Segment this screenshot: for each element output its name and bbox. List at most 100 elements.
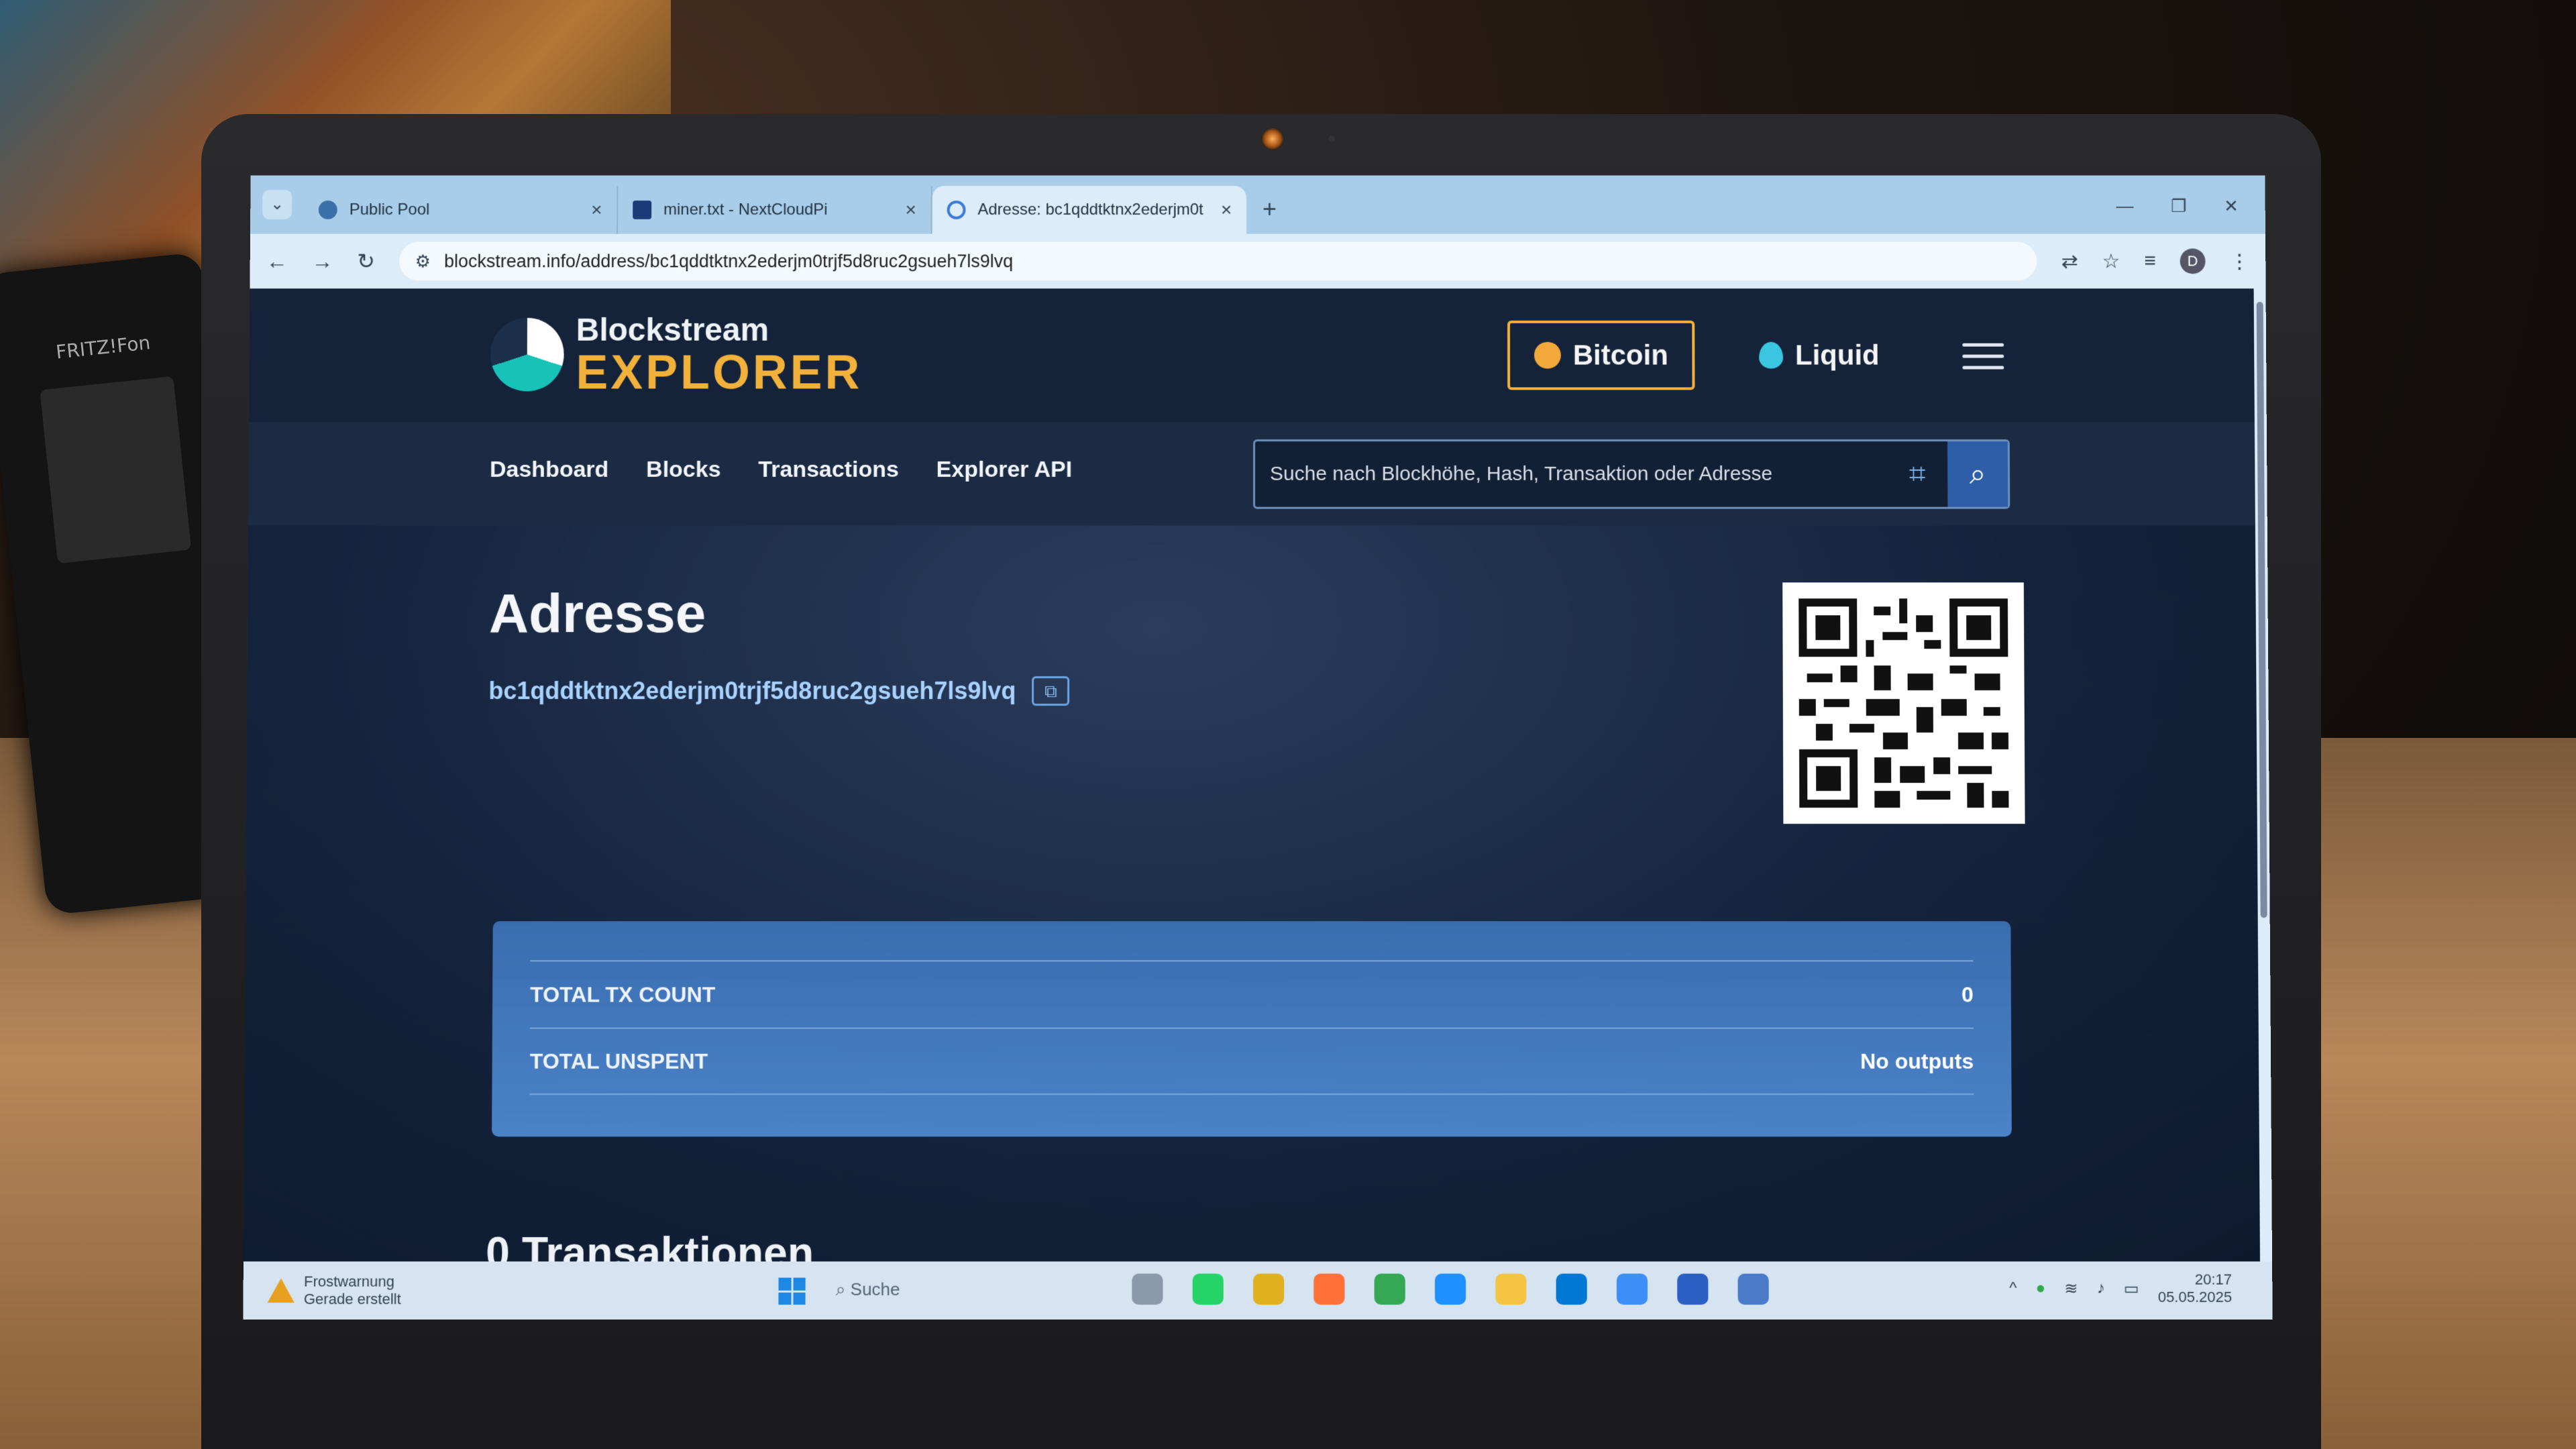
media-icon[interactable]: ≡ [2144,250,2156,273]
file-explorer-icon[interactable] [1495,1273,1527,1305]
dropbox-icon[interactable] [1616,1273,1648,1305]
weather-line1: Frostwarnung [303,1273,395,1290]
clock[interactable]: 20:17 05.05.2025 [2157,1271,2233,1306]
stat-value: No outputs [1860,1049,1974,1073]
url-text: blockstream.info/address/bc1qddtktnx2ede… [443,250,1014,271]
nav-dashboard[interactable]: Dashboard [490,457,608,483]
liquid-label: Liquid [1794,339,1880,371]
stat-label: TOTAL UNSPENT [529,1049,708,1073]
firefox-icon[interactable] [1313,1273,1345,1305]
site-header: Blockstream EXPLORER Bitcoin Liquid [249,288,2267,423]
qr-code-graphic [1799,598,2009,808]
bookmark-star-icon[interactable]: ☆ [2102,250,2121,273]
taskbar-apps [1132,1273,1769,1305]
warning-icon [268,1279,294,1303]
tab-title: miner.txt - NextCloudPi [663,201,828,219]
scrollbar-thumb[interactable] [2256,302,2267,918]
weather-widget[interactable]: Frostwarnung Gerade erstellt [268,1273,401,1308]
browser-tabbar: ⌄ Public Pool × miner.txt - NextCloudPi … [250,175,2265,234]
site-info-icon[interactable]: ⚙ [415,251,431,272]
window-controls: — ❐ ✕ [2116,196,2265,234]
liquid-icon [1759,341,1784,369]
qr-scan-icon[interactable]: ⌗ [1887,458,1947,491]
store-icon[interactable] [1556,1273,1587,1305]
new-tab-button[interactable]: + [1246,195,1293,234]
liquid-network-button[interactable]: Liquid [1735,321,1904,390]
url-bar[interactable]: ⚙ blockstream.info/address/bc1qddtktnx2e… [398,241,2037,281]
tab-title: Adresse: bc1qddtktnx2ederjm0t [977,201,1203,219]
volume-icon[interactable]: ♪ [2097,1279,2105,1298]
address-stats-panel: TOTAL TX COUNT 0 TOTAL UNSPENT No output… [492,921,2012,1137]
tab-nextcloudpi[interactable]: miner.txt - NextCloudPi × [618,186,932,234]
wifi-icon[interactable]: ≋ [2064,1279,2078,1298]
stat-label: TOTAL TX COUNT [530,981,716,1007]
clock-date: 05.05.2025 [2157,1288,2233,1305]
windows-start-icon[interactable] [778,1277,806,1305]
blockstream-logo-icon [490,317,564,391]
app-arrow-icon[interactable] [1252,1273,1285,1305]
task-view-icon[interactable] [1132,1273,1163,1305]
tab-close-icon[interactable]: × [1221,199,1232,221]
site-logo[interactable]: Blockstream EXPLORER [490,312,863,400]
tray-chevron-icon[interactable]: ^ [2009,1279,2017,1298]
transactions-heading: 0 Transaktionen [486,1228,814,1262]
phone-display [40,376,192,564]
nav-explorer-api[interactable]: Explorer API [936,457,1073,483]
loading-icon [947,201,966,219]
tab-close-icon[interactable]: × [905,199,916,221]
clock-time: 20:17 [2194,1271,2233,1288]
bitcoin-icon [1534,341,1561,369]
forward-icon[interactable]: → [311,249,333,274]
translate-icon[interactable]: ⇄ [2061,250,2078,273]
battery-icon[interactable]: ▭ [2124,1279,2139,1298]
close-window-icon[interactable]: ✕ [2224,196,2239,217]
reload-icon[interactable]: ↻ [357,249,375,274]
tab-address[interactable]: Adresse: bc1qddtktnx2ederjm0t × [932,186,1247,234]
address-row: bc1qddtktnx2ederjm0trjf5d8ruc2gsueh7ls9l… [488,676,1070,706]
remote-desktop-icon[interactable] [1737,1273,1769,1305]
search-input[interactable]: Suche nach Blockhöhe, Hash, Transaktion … [1255,463,1887,486]
whatsapp-icon[interactable] [1192,1273,1224,1305]
weather-line2: Gerade erstellt [303,1290,401,1307]
taskbar-search[interactable]: ⌕ Suche [836,1279,900,1301]
globe-icon [318,201,337,219]
taskbar-search-label: Suche [850,1279,900,1299]
stat-row-unspent: TOTAL UNSPENT No outputs [529,1027,1974,1095]
address-value: bc1qddtktnx2ederjm0trjf5d8ruc2gsueh7ls9l… [488,677,1016,705]
site-subnav: Dashboard Blocks Transactions Explorer A… [248,422,2267,526]
minimize-icon[interactable]: — [2116,196,2133,217]
tab-public-pool[interactable]: Public Pool × [303,186,619,234]
phone-brand: FRITZ!Fon [54,331,152,364]
edge-icon[interactable] [1434,1273,1466,1305]
security-check-icon[interactable]: ● [2036,1279,2046,1298]
menu-kebab-icon[interactable]: ⋮ [2229,250,2249,273]
logo-line2: EXPLORER [576,345,863,400]
logo-line1: Blockstream [576,312,769,348]
app-blue-icon[interactable] [1677,1273,1709,1305]
webcam [1261,127,1284,150]
hamburger-menu-icon[interactable] [1962,343,2004,378]
stat-row-tx-count: TOTAL TX COUNT 0 [530,960,1974,1028]
back-icon[interactable]: ← [266,249,288,274]
tab-close-icon[interactable]: × [591,199,602,221]
page-title: Adresse [488,583,706,645]
search-icon: ⌕ [1969,457,1986,490]
tab-search-button[interactable]: ⌄ [262,190,292,219]
browser-toolbar: ← → ↻ ⚙ blockstream.info/address/bc1qddt… [250,233,2266,289]
laptop-screen: ⌄ Public Pool × miner.txt - NextCloudPi … [243,175,2273,1320]
bitcoin-network-button[interactable]: Bitcoin [1507,320,1695,390]
nextcloud-icon [633,201,652,219]
tab-title: Public Pool [349,201,430,219]
chrome-icon[interactable] [1374,1273,1405,1305]
search-box: Suche nach Blockhöhe, Hash, Transaktion … [1253,439,2010,509]
profile-avatar[interactable]: D [2180,248,2206,274]
nav-transactions[interactable]: Transactions [758,457,898,483]
search-button[interactable]: ⌕ [1947,441,2008,507]
system-tray: ^ ● ≋ ♪ ▭ 20:17 05.05.2025 [2009,1271,2232,1306]
address-qr-code [1782,582,2025,824]
copy-icon[interactable]: ⧉ [1032,676,1070,706]
nav-blocks[interactable]: Blocks [646,457,720,483]
restore-icon[interactable]: ❐ [2171,196,2186,217]
webcam-led [1328,136,1335,142]
stat-value: 0 [1961,981,1974,1007]
